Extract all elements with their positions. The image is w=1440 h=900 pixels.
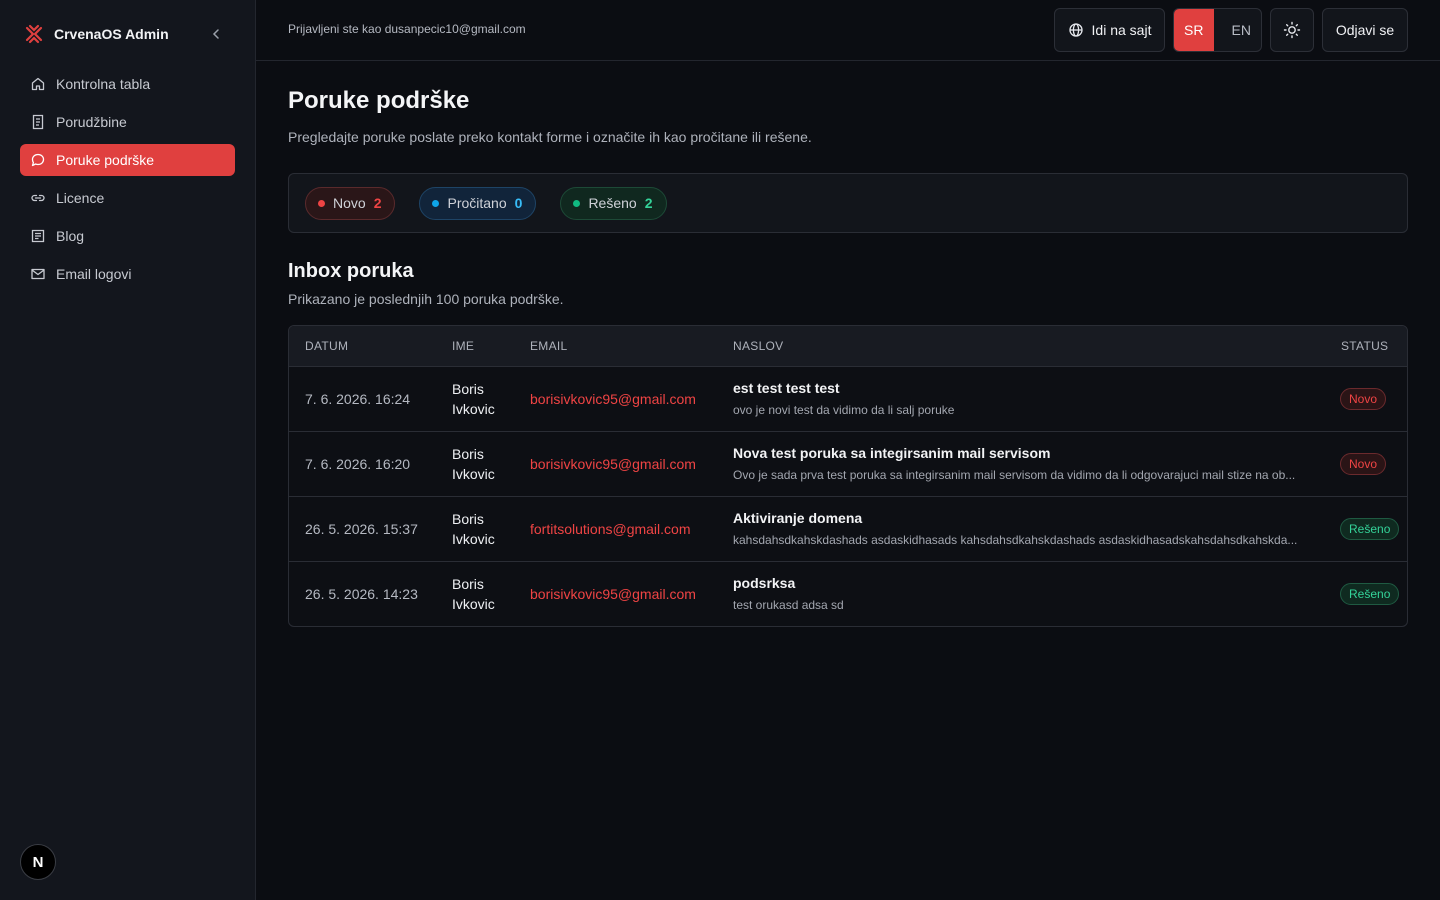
stat-read-pill[interactable]: Pročitano 0 xyxy=(419,186,537,220)
table-row[interactable]: 26. 5. 2026. 14:23 Boris Ivkovic borisiv… xyxy=(289,562,1407,626)
message-date: 7. 6. 2026. 16:24 xyxy=(305,391,411,407)
go-to-site-label: Idi na sajt xyxy=(1091,22,1152,38)
sidebar: CrvenaOS Admin Kontrolna tabla Porudžbin… xyxy=(0,0,256,900)
sidebar-item-label: Email logovi xyxy=(56,266,132,282)
table-row[interactable]: 26. 5. 2026. 15:37 Boris Ivkovic fortits… xyxy=(289,497,1407,562)
stat-count: 0 xyxy=(514,195,523,211)
sidebar-item-label: Poruke podrške xyxy=(56,152,155,168)
stat-label: Novo xyxy=(333,195,366,211)
inbox-description: Prikazano je poslednjih 100 poruka podrš… xyxy=(288,291,564,307)
message-date: 7. 6. 2026. 16:20 xyxy=(305,456,411,472)
sender-name: Boris Ivkovic xyxy=(452,511,495,547)
chevron-left-icon xyxy=(212,29,219,39)
sidebar-item-label: Kontrolna tabla xyxy=(56,76,151,92)
sidebar-item-label: Blog xyxy=(56,228,85,244)
sidebar-item-licenses[interactable]: Licence xyxy=(20,182,235,214)
message-preview: test orukasd adsa sd xyxy=(733,598,844,612)
stat-label: Rešeno xyxy=(588,195,637,211)
sidebar-item-orders[interactable]: Porudžbine xyxy=(20,106,235,138)
sender-name: Boris Ivkovic xyxy=(452,576,495,612)
app-title: CrvenaOS Admin xyxy=(54,26,169,42)
message-subject: podsrksa xyxy=(733,575,796,591)
logout-button[interactable]: Odjavi se xyxy=(1322,8,1408,52)
language-switcher: SR EN xyxy=(1173,8,1262,52)
column-header-date[interactable]: DATUM xyxy=(305,339,348,353)
lang-sr-button[interactable]: SR xyxy=(1174,9,1214,51)
table-header: DATUM IME EMAIL NASLOV STATUS xyxy=(289,326,1407,367)
sidebar-item-label: Licence xyxy=(56,190,105,206)
message-subject: Nova test poruka sa integirsanim mail se… xyxy=(733,445,1051,461)
sidebar-item-support-messages[interactable]: Poruke podrške xyxy=(20,144,235,176)
topbar: Prijavljeni ste kao dusanpecic10@gmail.c… xyxy=(256,0,1440,61)
stat-label: Pročitano xyxy=(447,195,507,211)
sidebar-item-label: Porudžbine xyxy=(56,114,127,130)
brand[interactable]: CrvenaOS Admin xyxy=(24,22,169,46)
sidebar-item-blog[interactable]: Blog xyxy=(20,220,235,252)
table-row[interactable]: 7. 6. 2026. 16:24 Boris Ivkovic borisivk… xyxy=(289,367,1407,432)
newspaper-icon xyxy=(31,229,45,243)
home-icon xyxy=(31,77,45,91)
receipt-icon xyxy=(32,114,44,130)
stat-count: 2 xyxy=(373,195,382,211)
status-summary: Novo 2 Pročitano 0 Rešeno 2 xyxy=(288,173,1408,233)
link-icon xyxy=(31,194,45,202)
page-title: Poruke podrške xyxy=(288,87,470,114)
go-to-site-button[interactable]: Idi na sajt xyxy=(1054,8,1165,52)
sender-email-link[interactable]: borisivkovic95@gmail.com xyxy=(530,586,696,602)
sidebar-item-dashboard[interactable]: Kontrolna tabla xyxy=(20,68,235,100)
column-header-status[interactable]: STATUS xyxy=(1341,339,1388,353)
message-preview: ovo je novi test da vidimo da li salj po… xyxy=(733,403,955,417)
avatar[interactable]: N xyxy=(20,844,56,880)
column-header-subject[interactable]: NASLOV xyxy=(733,339,784,353)
column-header-email[interactable]: EMAIL xyxy=(530,339,568,353)
stat-count: 2 xyxy=(644,195,653,211)
mail-icon xyxy=(31,268,45,280)
stat-new-pill[interactable]: Novo 2 xyxy=(305,186,396,220)
status-badge[interactable]: Rešeno xyxy=(1340,583,1400,605)
globe-icon xyxy=(1068,23,1083,37)
status-dot-icon xyxy=(573,199,581,207)
message-subject: Aktiviranje domena xyxy=(733,510,863,526)
message-circle-icon xyxy=(31,153,45,167)
sender-email-link[interactable]: fortitsolutions@gmail.com xyxy=(530,521,691,537)
sender-name: Boris Ivkovic xyxy=(452,381,495,417)
table-row[interactable]: 7. 6. 2026. 16:20 Boris Ivkovic borisivk… xyxy=(289,432,1407,497)
theme-toggle-button[interactable] xyxy=(1270,8,1314,52)
message-preview: kahsdahsdkahskdashads asdaskidhasads kah… xyxy=(733,533,1298,547)
sidebar-nav: Kontrolna tabla Porudžbine Poruke podršk… xyxy=(20,68,235,296)
collapse-sidebar-button[interactable] xyxy=(206,24,226,44)
message-date: 26. 5. 2026. 14:23 xyxy=(305,586,418,602)
inbox-title: Inbox poruka xyxy=(288,260,414,282)
sidebar-item-email-logs[interactable]: Email logovi xyxy=(20,258,235,290)
sender-name: Boris Ivkovic xyxy=(452,446,495,482)
messages-table: DATUM IME EMAIL NASLOV STATUS 7. 6. 2026… xyxy=(288,325,1408,627)
message-preview: Ovo je sada prva test poruka sa integirs… xyxy=(733,468,1296,482)
login-info: Prijavljeni ste kao dusanpecic10@gmail.c… xyxy=(288,22,526,36)
status-dot-icon xyxy=(432,199,440,207)
message-date: 26. 5. 2026. 15:37 xyxy=(305,521,418,537)
status-dot-icon xyxy=(318,199,325,207)
sender-email-link[interactable]: borisivkovic95@gmail.com xyxy=(530,456,696,472)
status-badge[interactable]: Novo xyxy=(1340,453,1387,475)
sender-email-link[interactable]: borisivkovic95@gmail.com xyxy=(530,391,696,407)
page-description: Pregledajte poruke poslate preko kontakt… xyxy=(288,129,812,145)
column-header-name[interactable]: IME xyxy=(452,339,474,353)
status-badge[interactable]: Rešeno xyxy=(1340,518,1400,540)
message-subject: est test test test xyxy=(733,380,840,396)
sun-icon xyxy=(1283,21,1301,39)
lang-en-button[interactable]: EN xyxy=(1222,9,1262,51)
brand-logo-icon xyxy=(25,24,43,44)
status-badge[interactable]: Novo xyxy=(1340,388,1387,410)
stat-solved-pill[interactable]: Rešeno 2 xyxy=(560,186,667,220)
